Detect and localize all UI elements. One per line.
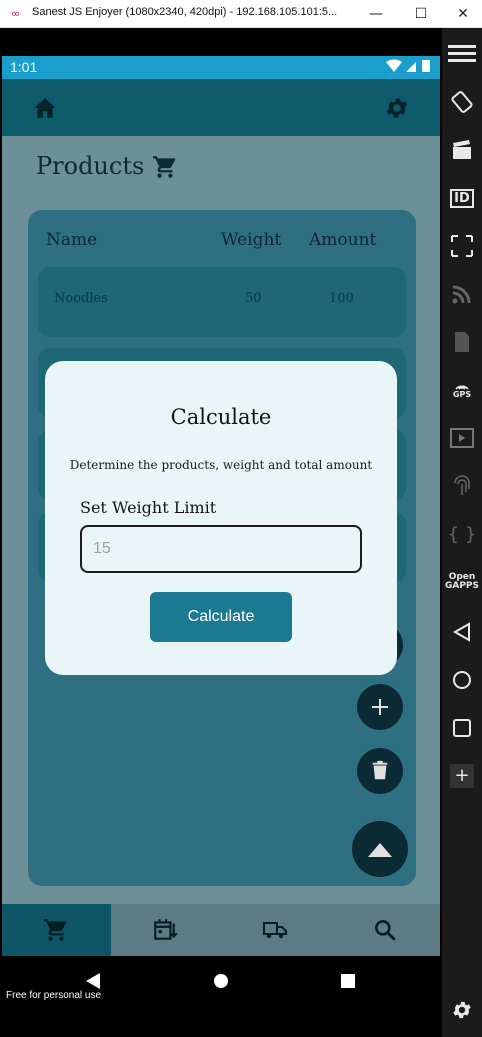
plus-box-icon: +: [450, 764, 474, 788]
add-toolbar-button[interactable]: +: [442, 758, 482, 794]
rss-icon: [452, 285, 471, 304]
sim-button[interactable]: [442, 324, 482, 360]
status-bar-strip: [2, 56, 440, 79]
fingerprint-icon: [454, 475, 470, 495]
app-logo-icon: ∞: [11, 7, 21, 20]
gps-button[interactable]: GPS: [442, 372, 482, 408]
media-button[interactable]: [442, 420, 482, 456]
home-icon[interactable]: [32, 95, 58, 121]
rotate-button[interactable]: [442, 84, 482, 120]
sim-icon: [455, 332, 469, 352]
arrow-up-icon: [368, 843, 392, 857]
calendar-sort-icon[interactable]: [152, 917, 178, 943]
emulator-toolbar: ID GPS { } Open GAPPS +: [442, 28, 482, 1037]
watermark-text: Free for personal use: [6, 990, 102, 1001]
home-toolbar-button[interactable]: [442, 662, 482, 698]
cart-icon: [153, 156, 176, 178]
recents-toolbar-button[interactable]: [442, 710, 482, 746]
circle-home-icon: [453, 671, 471, 689]
column-header-amount: Amount: [309, 230, 377, 250]
opengapps-icon: Open GAPPS: [444, 572, 480, 591]
cart-icon[interactable]: [43, 917, 69, 943]
add-button[interactable]: [357, 684, 403, 730]
trash-icon: [372, 760, 388, 780]
maximize-button[interactable]: ☐: [399, 0, 443, 28]
triangle-back-icon: [453, 622, 470, 642]
fingerprint-button[interactable]: [442, 468, 482, 504]
recents-icon[interactable]: [340, 973, 356, 989]
weight-limit-label: Set Weight Limit: [80, 498, 217, 517]
column-header-name: Name: [46, 230, 98, 250]
search-icon[interactable]: [372, 917, 398, 943]
resize-button[interactable]: [442, 228, 482, 264]
hamburger-icon: [448, 45, 476, 62]
table-row[interactable]: Noodles 50 100: [38, 267, 406, 337]
square-recents-icon: [453, 719, 471, 737]
page-title: Products: [36, 152, 145, 180]
settings-toolbar-button[interactable]: [442, 992, 482, 1028]
id-icon: ID: [450, 188, 474, 208]
bottom-navigation: [2, 904, 440, 956]
braces-icon: { }: [447, 523, 477, 545]
screenrecord-button[interactable]: [442, 132, 482, 168]
calculate-dialog: Calculate Determine the products, weight…: [45, 361, 397, 675]
dialog-description: Determine the products, weight and total…: [69, 458, 373, 472]
scroll-top-button[interactable]: [352, 821, 408, 877]
truck-icon[interactable]: [262, 917, 288, 943]
device-id-button[interactable]: ID: [442, 180, 482, 216]
rotate-icon: [451, 91, 473, 113]
window-title-bar: ∞ Sanest JS Enjoyer (1080x2340, 420dpi) …: [0, 0, 482, 28]
cell-weight: 50: [245, 291, 262, 306]
gear-icon[interactable]: [384, 95, 410, 121]
cell-amount: 100: [329, 291, 354, 306]
plus-icon: [372, 699, 388, 715]
home-circle-icon[interactable]: [213, 973, 229, 989]
code-button[interactable]: { }: [442, 516, 482, 552]
back-icon[interactable]: [84, 972, 102, 990]
gps-label: GPS: [452, 389, 472, 399]
status-bar: 1:01: [2, 29, 440, 79]
cell-name: Noodles: [54, 291, 108, 306]
clapperboard-icon: [453, 140, 471, 159]
gps-icon: [455, 384, 469, 390]
window-title: Sanest JS Enjoyer (1080x2340, 420dpi) - …: [32, 6, 338, 18]
film-icon: [450, 428, 474, 448]
fullscreen-icon: [451, 235, 473, 257]
wifi-battery-icon: [386, 59, 430, 72]
weight-limit-input[interactable]: [80, 525, 362, 573]
status-icons: [384, 59, 434, 76]
system-navigation: Free for personal use: [2, 956, 440, 1008]
status-time: 1:01: [10, 59, 38, 75]
calculate-button[interactable]: Calculate: [150, 592, 292, 642]
gear-icon: [453, 1001, 471, 1019]
menu-button[interactable]: [442, 36, 482, 72]
column-header-weight: Weight: [221, 230, 282, 250]
back-toolbar-button[interactable]: [442, 614, 482, 650]
close-window-button[interactable]: ✕: [444, 0, 482, 28]
dialog-title: Calculate: [170, 405, 272, 429]
minimize-button[interactable]: —: [354, 0, 398, 28]
delete-button[interactable]: [357, 748, 403, 794]
opengapps-button[interactable]: Open GAPPS: [442, 564, 482, 600]
network-button[interactable]: [442, 276, 482, 312]
app-bar: [2, 79, 440, 136]
